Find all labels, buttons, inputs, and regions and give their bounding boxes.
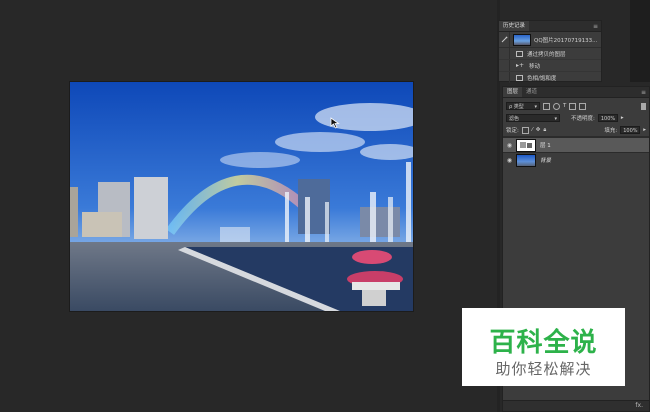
mouse-cursor-icon	[330, 117, 342, 131]
lock-label: 锁定:	[506, 128, 519, 134]
layer-filter-row: ρ 类型 ▾ T	[503, 100, 649, 112]
history-step[interactable]: 通过拷贝的图层	[499, 48, 601, 60]
layer-thumbnail	[516, 138, 536, 152]
history-step[interactable]: ▸+ 移动	[499, 60, 601, 72]
history-step-label: 色相/饱和度	[527, 75, 557, 82]
opacity-stepper-icon[interactable]: ▸	[621, 115, 624, 121]
blend-mode-select[interactable]: 滤色 ▾	[506, 114, 560, 122]
chevron-down-icon: ▾	[534, 104, 537, 110]
history-brush-slot[interactable]	[499, 60, 510, 71]
history-step-icon	[516, 50, 523, 57]
snapshot-thumbnail	[513, 33, 531, 46]
history-step-label: 通过拷贝的图层	[527, 51, 566, 58]
document-canvas[interactable]	[70, 82, 413, 311]
visibility-eye-icon[interactable]: ◉	[503, 142, 516, 149]
history-snapshot[interactable]: QQ图片20170719133...	[499, 32, 601, 48]
watermark-subtitle: 助你轻松解决	[495, 360, 592, 378]
layer-row-layer-1[interactable]: ◉ 层 1	[503, 137, 649, 152]
opacity-label: 不透明度:	[571, 116, 595, 122]
layer-thumbnail	[516, 153, 536, 167]
watermark-title: 百科全说	[489, 328, 598, 358]
blend-row: 滤色 ▾ 不透明度: 100% ▸	[503, 112, 649, 124]
lock-transparent-icon[interactable]	[521, 126, 529, 134]
move-icon: ▸+	[516, 61, 525, 69]
filter-pixel-icon[interactable]	[543, 102, 550, 110]
history-step-icon	[516, 74, 523, 81]
tab-channels[interactable]: 通道	[522, 87, 541, 97]
panel-menu-icon[interactable]: ≡	[641, 89, 646, 96]
filter-adjustment-icon[interactable]	[553, 102, 560, 110]
fx-icon[interactable]: fx.	[635, 402, 643, 409]
lock-paint-icon[interactable]: ⁄	[532, 127, 533, 133]
history-panel: 历史记录 ≡ QQ图片20170719133... 通过拷贝的图层 ▸+ 移动 …	[498, 20, 602, 83]
history-brush-slot[interactable]	[499, 48, 510, 59]
tab-history[interactable]: 历史记录	[499, 21, 530, 31]
layers-tabs: 图层 通道 ≡	[503, 87, 649, 98]
fill-stepper-icon[interactable]: ▸	[643, 127, 646, 133]
tab-layers[interactable]: 图层	[503, 87, 523, 97]
lock-row: 锁定: ⁄ ✥ 🔒︎ 填充: 100% ▸	[503, 124, 649, 137]
history-step-label: 移动	[529, 63, 541, 70]
layers-footer: fx.	[503, 400, 649, 411]
canvas-photo	[70, 82, 413, 311]
watermark-logo: 百科全说 助你轻松解决	[462, 308, 625, 386]
panel-dock-edge	[630, 0, 650, 82]
filter-type-icon[interactable]: T	[563, 103, 566, 109]
search-icon: ρ	[509, 104, 513, 110]
layer-row-background[interactable]: ◉ 背景	[503, 152, 649, 167]
chevron-down-icon: ▾	[554, 116, 557, 122]
filter-smart-icon[interactable]	[579, 102, 587, 110]
lock-all-icon[interactable]: 🔒︎	[543, 127, 546, 134]
filter-kind-value: 类型	[513, 104, 524, 110]
history-tabs: 历史记录 ≡	[499, 21, 601, 32]
history-brush-slot[interactable]	[499, 72, 510, 83]
fill-label: 填充:	[604, 128, 618, 134]
layer-name: 层 1	[540, 143, 551, 149]
snapshot-label: QQ图片20170719133...	[534, 37, 598, 44]
filter-toggle[interactable]	[641, 102, 646, 110]
panel-menu-icon[interactable]: ≡	[593, 23, 598, 30]
filter-kind-select[interactable]: ρ 类型 ▾	[506, 102, 540, 110]
filter-shape-icon[interactable]	[569, 102, 577, 110]
history-brush-icon[interactable]	[499, 32, 510, 47]
visibility-eye-icon[interactable]: ◉	[503, 157, 516, 164]
lock-position-icon[interactable]: ✥	[536, 127, 541, 133]
fill-input[interactable]: 100%	[620, 126, 641, 134]
opacity-input[interactable]: 100%	[597, 114, 618, 122]
history-step[interactable]: 色相/饱和度	[499, 72, 601, 83]
layer-name: 背景	[540, 158, 552, 164]
blend-mode-value: 滤色	[509, 116, 520, 122]
